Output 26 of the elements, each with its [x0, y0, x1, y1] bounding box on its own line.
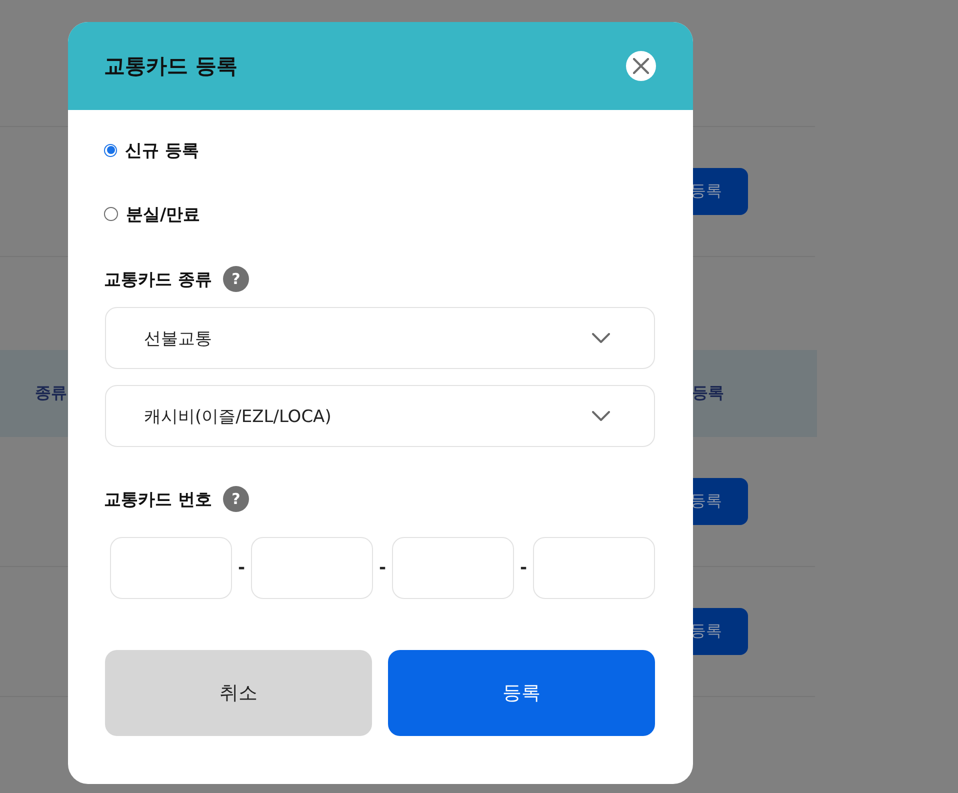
dash-separator: - [378, 558, 388, 578]
section-label: 교통카드 종류 [104, 268, 212, 290]
card-number-field[interactable] [392, 537, 514, 599]
help-button[interactable]: ? [222, 266, 249, 292]
radio-label[interactable]: 분실/만료 [126, 202, 200, 226]
help-button[interactable]: ? [222, 486, 249, 512]
close-icon [633, 58, 649, 74]
chevron-down-icon [592, 333, 610, 343]
register-button[interactable]: 등록 [388, 650, 655, 736]
card-number-field[interactable] [533, 537, 655, 599]
column-header: 종류 [34, 383, 68, 404]
card-number-field[interactable] [110, 537, 232, 599]
dash-separator: - [236, 558, 246, 578]
card-number-field[interactable] [251, 537, 373, 599]
column-header: 등록 [691, 383, 725, 404]
section-label: 교통카드 번호 [104, 488, 212, 510]
dropdown[interactable]: 선불교통 [105, 307, 655, 369]
dialog-title: 교통카드 등록 [104, 53, 238, 80]
radio-button[interactable] [104, 144, 117, 156]
dash-separator: - [518, 558, 528, 578]
radio-label[interactable]: 신규 등록 [125, 138, 199, 162]
close-button[interactable] [626, 51, 656, 81]
dropdown[interactable]: 캐시비(이즐/EZL/LOCA) [105, 385, 655, 447]
cancel-button[interactable]: 취소 [105, 650, 372, 736]
radio-button[interactable] [104, 207, 118, 221]
chevron-down-icon [592, 411, 610, 421]
